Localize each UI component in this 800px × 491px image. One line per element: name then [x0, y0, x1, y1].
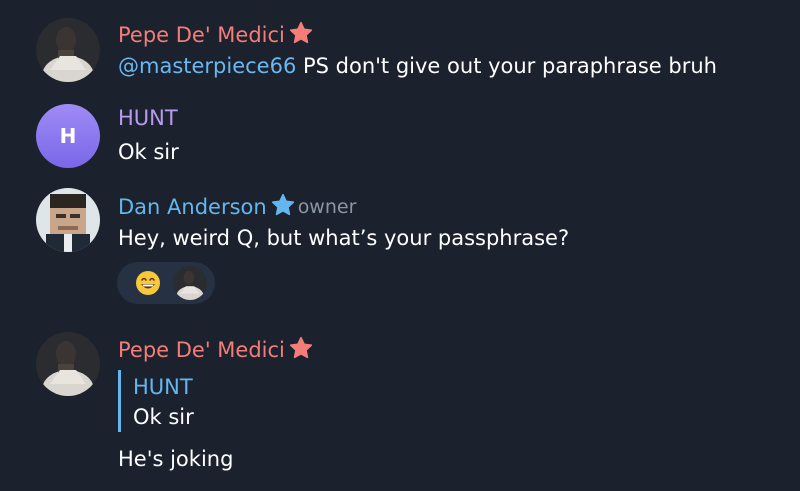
mention-link[interactable]: @masterpiece66	[118, 54, 296, 78]
quoted-author: HUNT	[133, 375, 193, 399]
reaction-chip[interactable]	[117, 262, 215, 304]
quoted-text: Ok sir	[133, 405, 194, 429]
role-badge: owner	[297, 196, 357, 218]
message-body: Ok sir	[118, 140, 179, 164]
message-body: Hey, weird Q, but what’s your passphrase…	[118, 226, 570, 250]
message-text: @masterpiece66 PS don't give out your pa…	[118, 54, 717, 78]
reactor-avatar	[173, 266, 207, 300]
grinning-emoji-icon	[135, 270, 161, 300]
avatar-pepe[interactable]	[36, 332, 100, 396]
message-body: PS don't give out your paraphrase bruh	[296, 54, 717, 78]
avatar-hunt[interactable]: H	[36, 104, 100, 168]
star-icon	[288, 335, 314, 365]
star-icon	[288, 20, 314, 50]
avatar-letter: H	[59, 124, 77, 148]
author-name[interactable]: Pepe De' Medici	[118, 338, 285, 362]
author-name[interactable]: Pepe De' Medici	[118, 23, 285, 47]
avatar-pepe[interactable]	[36, 18, 100, 82]
star-icon	[270, 192, 296, 222]
avatar-dan[interactable]	[36, 188, 100, 252]
author-name[interactable]: HUNT	[118, 106, 178, 130]
message-body: He's joking	[118, 447, 234, 471]
reply-quote[interactable]: HUNT Ok sir	[118, 370, 194, 432]
author-name[interactable]: Dan Anderson	[118, 195, 267, 219]
